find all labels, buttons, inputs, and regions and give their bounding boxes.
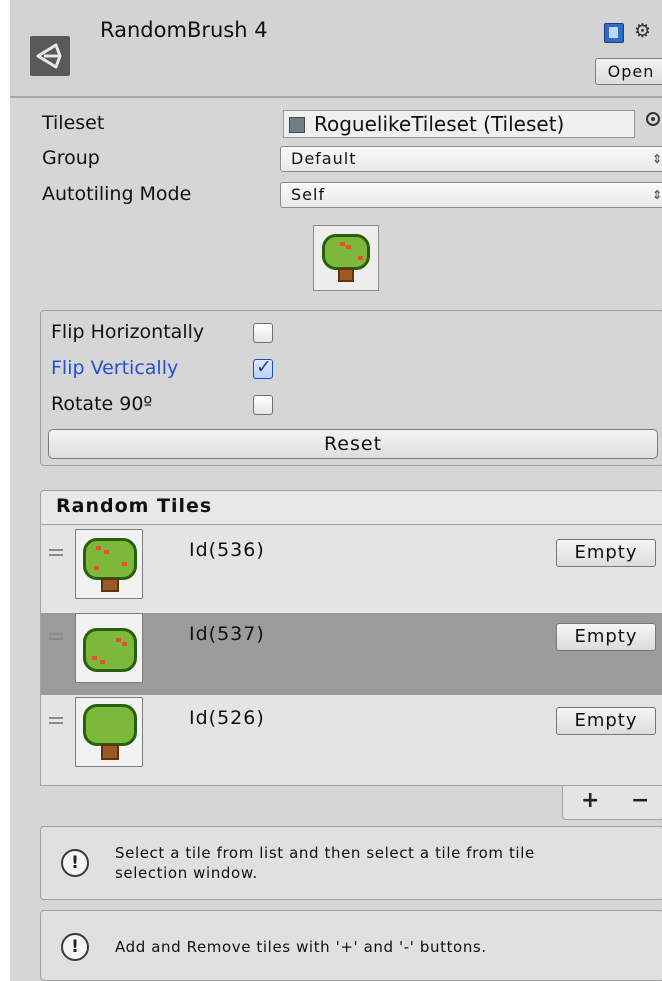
tile-row-536[interactable]: Id(536) Empty [41, 529, 662, 611]
info-icon: ! [61, 849, 89, 877]
reset-button[interactable]: Reset [48, 429, 658, 459]
tile-row-537[interactable]: Id(537) Empty [41, 613, 662, 695]
tile-thumbnail [75, 529, 143, 599]
tree-tile-icon [82, 536, 138, 594]
tile-row-526[interactable]: Id(526) Empty [41, 697, 662, 779]
tile-id: Id(526) [189, 707, 265, 729]
tileset-value: RoguelikeTileset (Tileset) [314, 112, 565, 136]
checkmark-icon: ✓ [256, 356, 272, 378]
help-box-select-tile: ! Select a tile from list and then selec… [40, 826, 662, 900]
help-box-add-remove: ! Add and Remove tiles with '+' and '-' … [40, 910, 662, 981]
autotiling-mode-dropdown[interactable]: Self ⇕ [280, 182, 662, 208]
group-label: Group [42, 147, 100, 169]
flip-vertically-checkbox[interactable]: ✓ [253, 356, 273, 379]
help-message-add-remove: Add and Remove tiles with '+' and '-' bu… [115, 938, 487, 956]
list-footer: + − [562, 786, 662, 820]
tileset-label: Tileset [42, 112, 105, 134]
info-icon: ! [61, 933, 89, 961]
rotate-90-label: Rotate 90º [51, 393, 153, 415]
help-message-select-tile: Select a tile from list and then select … [115, 843, 535, 883]
tile-thumbnail [75, 697, 143, 767]
brush-preview-tile [313, 225, 379, 291]
group-value: Default [291, 149, 357, 168]
tile-id: Id(536) [189, 539, 265, 561]
help-line-2: selection window. [115, 864, 258, 882]
tree-tile-icon [320, 232, 372, 284]
help-line-1: Select a tile from list and then select … [115, 844, 535, 862]
tile-thumbnail [75, 613, 143, 683]
add-tile-button[interactable]: + [581, 788, 599, 813]
drag-handle-icon[interactable] [49, 549, 63, 556]
empty-button[interactable]: Empty [556, 707, 656, 735]
group-dropdown[interactable]: Default ⇕ [280, 146, 662, 172]
random-tiles-header: Random Tiles [40, 490, 662, 524]
flip-horizontally-checkbox[interactable] [253, 323, 273, 343]
tileset-object-field[interactable]: RoguelikeTileset (Tileset) [283, 110, 635, 138]
help-book-icon[interactable] [604, 23, 624, 43]
inspector-header: RandomBrush 4 ⚙ Open [10, 0, 662, 98]
transform-options-box: Flip Horizontally Flip Vertically ✓ Rota… [40, 310, 662, 466]
autotiling-mode-value: Self [291, 185, 326, 204]
rotate-90-checkbox[interactable] [253, 395, 273, 415]
tileset-asset-icon [289, 117, 305, 133]
dropdown-arrow-icon: ⇕ [651, 188, 662, 202]
object-picker-icon[interactable] [646, 112, 660, 126]
autotiling-mode-label: Autotiling Mode [42, 183, 192, 205]
brush-title: RandomBrush 4 [100, 18, 268, 42]
empty-button[interactable]: Empty [556, 623, 656, 651]
dropdown-arrow-icon: ⇕ [651, 152, 662, 166]
tree-tile-icon [82, 702, 138, 762]
remove-tile-button[interactable]: − [631, 788, 649, 813]
tree-tile-icon [82, 620, 138, 678]
random-tiles-title: Random Tiles [56, 495, 213, 517]
unity-logo-icon [30, 36, 70, 76]
open-button[interactable]: Open [595, 58, 662, 85]
empty-button[interactable]: Empty [556, 539, 656, 567]
drag-handle-icon[interactable] [49, 717, 63, 724]
flip-horizontally-label: Flip Horizontally [51, 321, 205, 343]
inspector-panel: RandomBrush 4 ⚙ Open Tileset RoguelikeTi… [10, 0, 662, 981]
tile-id: Id(537) [189, 623, 265, 645]
gear-icon[interactable]: ⚙ [634, 20, 651, 42]
flip-vertically-label: Flip Vertically [51, 357, 179, 379]
random-tiles-list: Id(536) Empty Id(537) Empty Id(526) Empt… [40, 524, 662, 786]
drag-handle-icon[interactable] [49, 633, 63, 640]
